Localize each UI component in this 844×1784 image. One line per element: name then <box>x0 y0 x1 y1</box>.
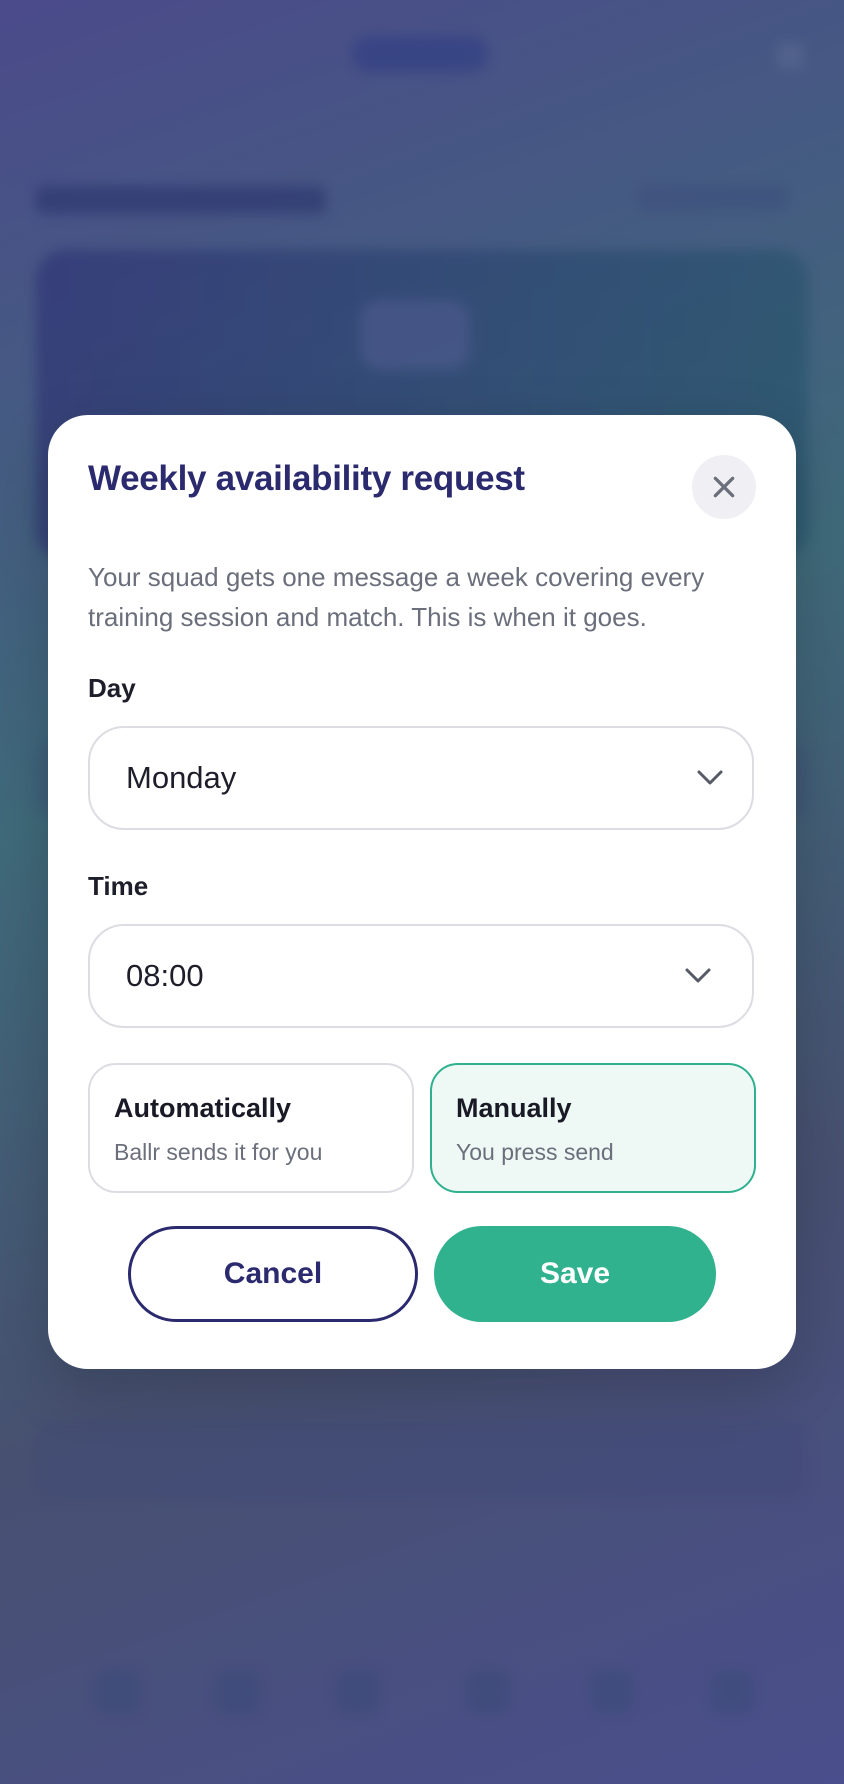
day-select-value: Monday <box>126 760 237 795</box>
section-title <box>36 186 326 214</box>
cancel-button[interactable]: Cancel <box>128 1226 418 1322</box>
chevron-down-icon <box>697 770 723 785</box>
save-button[interactable]: Save <box>434 1226 716 1322</box>
section-link <box>638 186 788 210</box>
option-title: Automatically <box>114 1093 292 1123</box>
header-icon <box>776 42 804 70</box>
tab-icon <box>710 1670 754 1714</box>
close-icon <box>713 476 735 498</box>
close-button[interactable] <box>692 455 756 519</box>
tab-icon <box>590 1670 634 1714</box>
option-title: Manually <box>456 1093 572 1123</box>
time-label: Time <box>88 871 149 901</box>
option-subtitle: Ballr sends it for you <box>114 1139 323 1165</box>
tab-icon <box>96 1670 140 1714</box>
time-select-value: 08:00 <box>126 958 204 993</box>
app-logo <box>352 36 488 72</box>
tab-icon <box>336 1670 380 1714</box>
day-label: Day <box>88 673 136 703</box>
send-option-manually[interactable]: Manually You press send <box>430 1063 756 1193</box>
modal-description: Your squad gets one message a week cover… <box>88 562 705 632</box>
tab-icon <box>466 1670 510 1714</box>
tab-icon <box>216 1670 260 1714</box>
option-subtitle: You press send <box>456 1139 614 1165</box>
day-select[interactable]: Monday <box>88 726 754 830</box>
chevron-down-icon <box>685 968 711 983</box>
list-item <box>36 1420 808 1500</box>
hero-illustration <box>360 300 470 370</box>
send-option-automatically[interactable]: Automatically Ballr sends it for you <box>88 1063 414 1193</box>
modal-title: Weekly availability request <box>88 459 525 498</box>
time-select[interactable]: 08:00 <box>88 924 754 1028</box>
availability-request-modal: Weekly availability request Your squad g… <box>48 415 796 1369</box>
